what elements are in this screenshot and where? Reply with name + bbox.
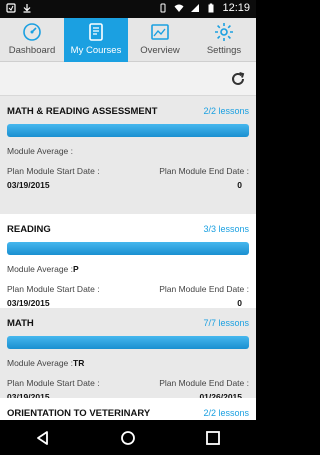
notification-icon — [6, 3, 16, 13]
start-date-value: 03/19/2015 — [7, 180, 50, 190]
gear-icon — [215, 23, 233, 41]
clock: 12:19 — [222, 2, 250, 14]
courses-icon — [89, 23, 103, 41]
course-title: READING — [7, 224, 51, 235]
end-date-label: Plan Module End Date : — [159, 284, 249, 294]
tab-bar: Dashboard My Courses Overview Settings — [0, 18, 256, 62]
lesson-count: 2/2 lessons — [203, 408, 249, 418]
dashboard-icon — [23, 23, 41, 41]
battery-icon — [208, 3, 214, 13]
progress-bar — [7, 242, 249, 255]
module-average: Module Average :TR — [7, 358, 85, 368]
end-date-value: 0 — [237, 298, 242, 308]
tab-label: Settings — [206, 45, 242, 56]
tab-dashboard[interactable]: Dashboard — [0, 18, 64, 62]
progress-bar — [7, 336, 249, 349]
signal-icon — [191, 4, 200, 12]
end-date-label: Plan Module End Date : — [159, 166, 249, 176]
status-bar: 12:19 — [0, 0, 256, 18]
wifi-icon — [174, 4, 184, 12]
start-date-value: 03/19/2015 — [7, 298, 50, 308]
end-date-value: 0 — [237, 180, 242, 190]
module-average: Module Average :P — [7, 264, 79, 274]
back-icon[interactable] — [33, 428, 53, 448]
tab-overview[interactable]: Overview — [128, 18, 192, 62]
system-nav-bar — [0, 420, 256, 455]
list-toolbar — [0, 62, 256, 96]
course-title: MATH & READING ASSESSMENT — [7, 106, 158, 117]
vibrate-icon — [160, 3, 166, 13]
recents-icon[interactable] — [203, 428, 223, 448]
courses-list: MATH & READING ASSESSMENT 2/2 lessons Mo… — [0, 62, 256, 420]
start-date-label: Plan Module Start Date : — [7, 166, 100, 176]
tab-my-courses[interactable]: My Courses — [64, 18, 128, 62]
lesson-count: 2/2 lessons — [203, 106, 249, 116]
tab-label: Overview — [140, 45, 180, 56]
course-card[interactable]: MATH 7/7 lessons Module Average :TR Plan… — [0, 308, 256, 402]
start-date-label: Plan Module Start Date : — [7, 284, 100, 294]
course-title: ORIENTATION TO VETERINARY TECHNOLOGY — [7, 408, 151, 419]
course-card[interactable]: MATH & READING ASSESSMENT 2/2 lessons Mo… — [0, 96, 256, 214]
progress-bar — [7, 124, 249, 137]
tab-settings[interactable]: Settings — [192, 18, 256, 62]
tab-label: Dashboard — [8, 45, 56, 56]
module-average: Module Average : — [7, 146, 73, 156]
lesson-count: 7/7 lessons — [203, 318, 249, 328]
overview-icon — [151, 24, 169, 40]
course-title: MATH — [7, 318, 34, 329]
download-icon — [23, 4, 31, 13]
tab-label: My Courses — [70, 45, 122, 56]
home-icon[interactable] — [118, 428, 138, 448]
start-date-label: Plan Module Start Date : — [7, 378, 100, 388]
end-date-label: Plan Module End Date : — [159, 378, 249, 388]
course-card[interactable]: ORIENTATION TO VETERINARY TECHNOLOGY 2/2… — [0, 398, 256, 420]
course-card[interactable]: READING 3/3 lessons Module Average :P Pl… — [0, 214, 256, 308]
refresh-icon[interactable] — [230, 71, 246, 87]
lesson-count: 3/3 lessons — [203, 224, 249, 234]
